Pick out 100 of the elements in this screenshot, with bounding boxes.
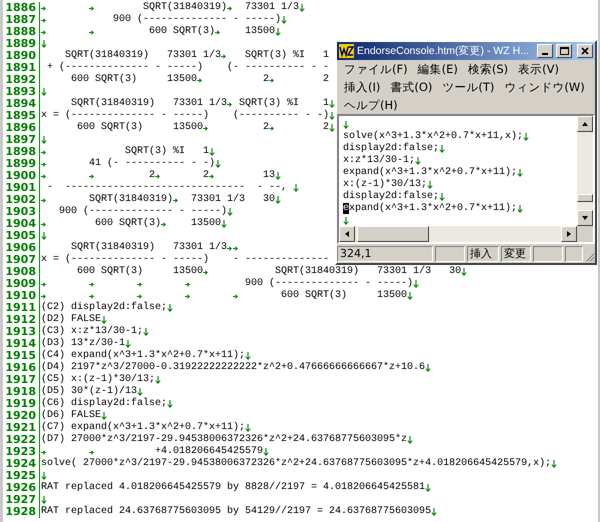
line-number: 1892 [3,74,40,86]
resize-grip-icon[interactable] [585,251,595,263]
tab-icon [197,78,202,83]
tab-icon [41,294,46,299]
line-number: 1898 [3,146,40,158]
line-number: 1916 [3,362,40,374]
text-area[interactable]: solve(x^3+1.3*x^2+0.7*x+11,x); display2d:false; x:z*13/30-1; expand(x^3+1.3*x^2+0.7*x+11); x:(z-1)*30/13; display2d:false; expand(x^3+1.3*x^2+0.7*x+11); [339,116,577,226]
tab-icon [41,450,46,455]
line-number: 1907 [3,254,40,266]
scroll-thumb[interactable] [357,226,429,242]
minimize-button[interactable] [537,44,553,58]
code-text: 900 (-------------- - -----) [58,206,228,217]
menu-item[interactable]: ヘルプ(H) [339,96,403,114]
code-text: - ------------------------------ - --, [46,182,288,193]
tab-icon [41,6,46,11]
close-button[interactable] [577,44,593,58]
line-number: 1910 [3,290,40,302]
code-text: x:z*13/30-1; [343,155,416,166]
scroll-thumb[interactable] [577,194,593,202]
code-text: (C4) expand(x^3+1.3*x^2+0.7*x+11); [41,350,246,361]
code-text: 13500 [190,218,222,229]
line-number: 1894 [3,98,40,110]
line-number: 1921 [3,422,40,434]
code-text: 600 SQRT(3) [148,26,216,37]
code-text: 600 SQRT(3) 13500 [70,74,198,85]
menu-item[interactable]: 検索(S) [462,60,514,78]
scroll-right-button[interactable] [561,226,577,242]
tab-icon [89,450,94,455]
tab-icon [269,78,274,83]
code-text: 41 (- ---------- - -) [89,158,216,169]
right-arrow-icon [565,230,573,238]
tab-icon [89,6,94,11]
left-arrow-icon [343,230,351,238]
line-number: 1897 [3,134,40,146]
line-number: 1923 [3,446,40,458]
tab-icon [227,102,232,107]
app-icon [339,44,354,58]
tab-icon [221,54,226,59]
maximize-button[interactable] [556,44,572,58]
line-number: 1926 [3,482,40,494]
scroll-up-button[interactable] [577,116,593,132]
line-number: 1914 [3,338,40,350]
menu-item[interactable]: ファイル(F) [339,60,413,78]
code-text: 13500 [244,26,276,37]
code-text: SQRT(31840319) 73301 1/3 30 [274,266,462,277]
tab-icon [41,30,46,35]
code-text: +4.018206645425579 [154,446,264,457]
down-arrow-icon [581,214,589,222]
status-pane [435,246,465,262]
vertical-scrollbar[interactable] [577,116,593,226]
line-number: 1915 [3,350,40,362]
scrollbar-corner [577,226,593,242]
line-number: 1899 [3,158,40,170]
code-text: 13 [262,170,276,181]
menu-item[interactable]: ウィンドウ(W) [499,78,590,96]
menu-item[interactable]: 挿入(I) [339,78,386,96]
line-number: 1903 [3,206,40,218]
menu-item[interactable]: 編集(E) [412,60,463,78]
scroll-down-button[interactable] [577,210,593,226]
line-number: 1886 [3,2,40,14]
tab-icon [203,270,208,275]
code-text: SQRT(3) %I 1 [244,50,330,61]
scroll-left-button[interactable] [339,226,355,242]
tab-icon [41,198,46,203]
code-text: SQRT(31840319) 73301 1/3 [64,50,222,61]
line-number: 1896 [3,122,40,134]
code-text: 600 SQRT(3) [94,218,162,229]
menu-item[interactable]: ツール(T) [437,78,500,96]
code-text: 2 [202,170,210,181]
line-number: 1905 [3,230,40,242]
tab-icon [89,294,94,299]
line-number: 1917 [3,374,40,386]
line-number: 1912 [3,314,40,326]
line-number: 1922 [3,434,40,446]
tab-icon [209,174,214,179]
tab-icon [41,282,46,287]
tab-icon [89,174,94,179]
line-number: 1889 [3,38,40,50]
tab-icon [185,282,190,287]
status-pane [533,246,563,262]
tab-icon [137,282,142,287]
window-title: EndorseConsole.htm(変更) - WZ H... [357,44,530,58]
maximize-icon [560,47,568,55]
line-number: 1888 [3,26,40,38]
menu-item[interactable]: 書式(O) [385,78,438,96]
code-text: 900 (-------------- - -----) [112,14,282,25]
code-text: solve(x^3+1.3*x^2+0.7*x+11,x); [343,131,524,142]
code-text: SQRT(31840319) 73301 1/3 [70,242,228,253]
line-number: 1904 [3,218,40,230]
line-number: 1925 [3,470,40,482]
code-text: (C3) x:z*13/30-1; [41,326,144,337]
line-number: 1920 [3,410,40,422]
code-text: 600 SQRT(3) 13500 [76,266,204,277]
insert-mode: 挿入 [467,246,499,262]
code-text: (D7) 27000*z^3/2197-29.94538006372326*z^2+24.63768775603095*z [41,434,408,445]
tab-icon [227,6,232,11]
code-text: 2 [322,74,330,85]
tab-icon [41,150,46,155]
menu-item[interactable]: 表示(V) [513,60,564,78]
code-text: 73301 1/3 30 [190,194,276,205]
